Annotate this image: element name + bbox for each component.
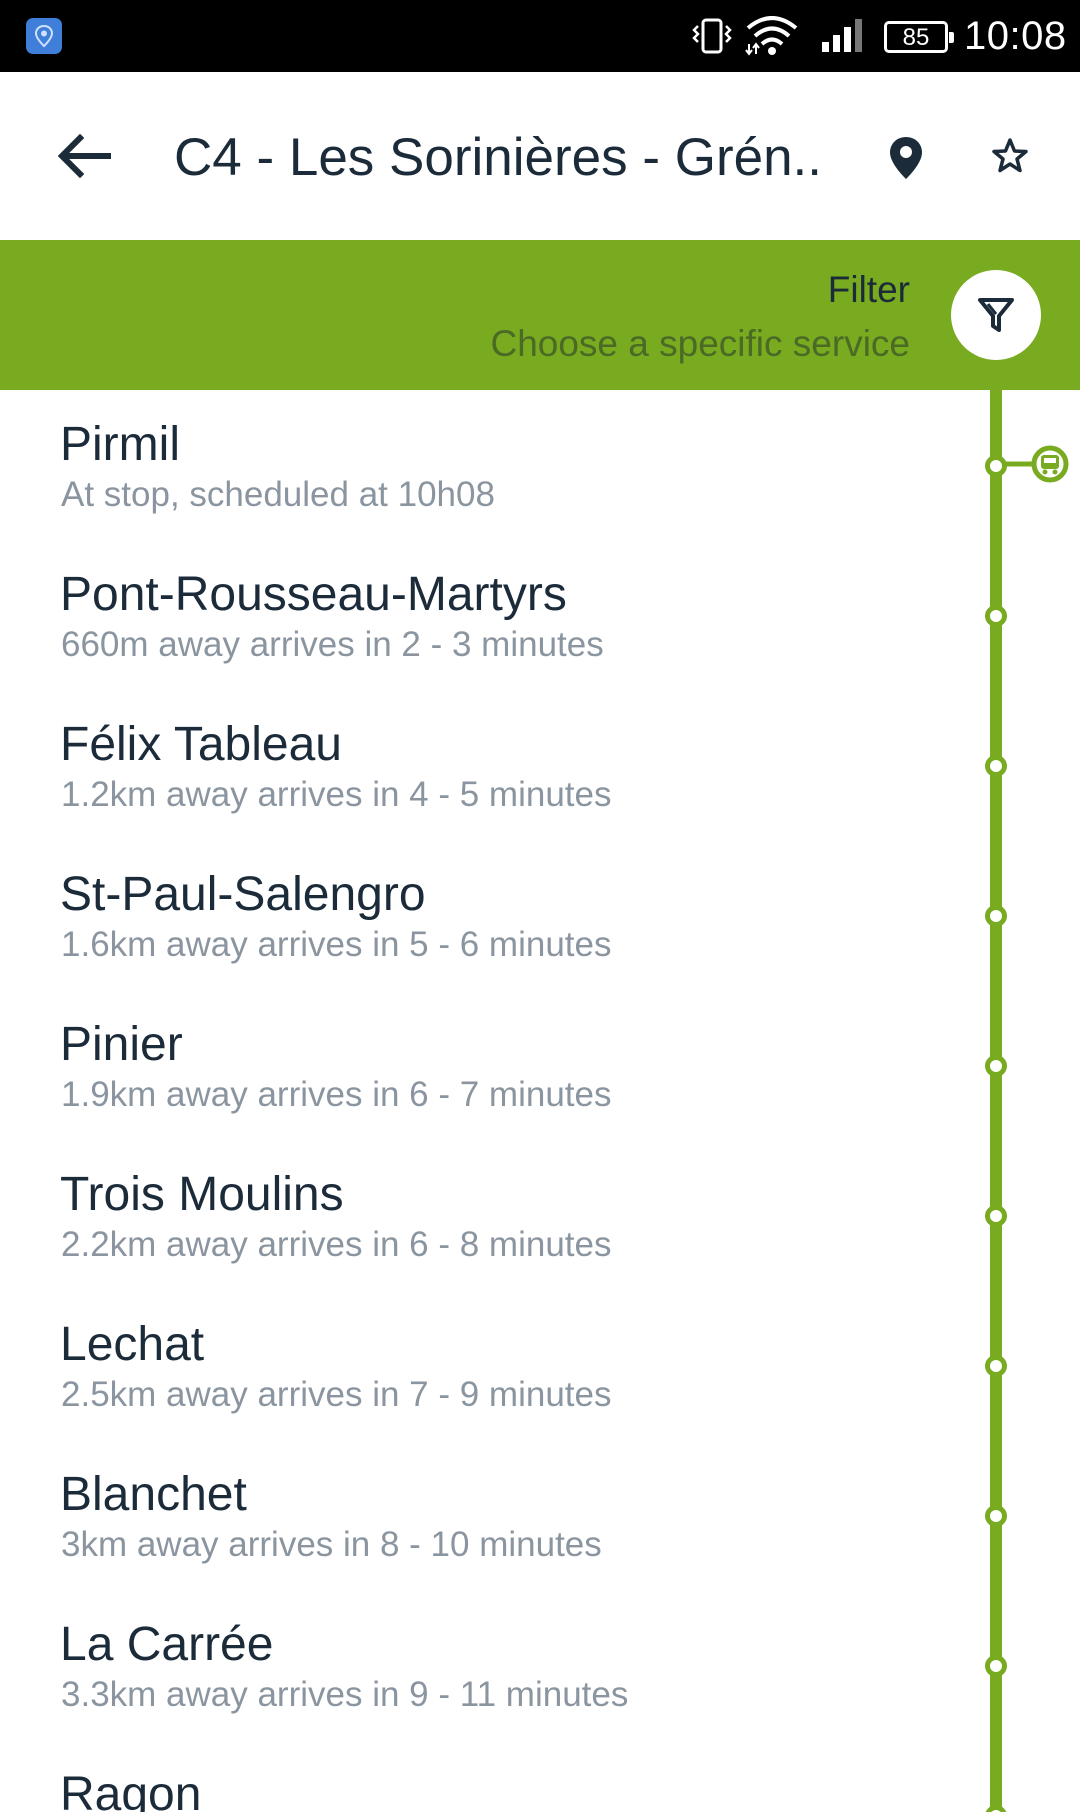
stop-name: Pirmil bbox=[60, 418, 180, 471]
stop-list[interactable]: Pirmil At stop, scheduled at 10h08 Pont-Ro… bbox=[0, 390, 1080, 1812]
status-time: 10:08 bbox=[964, 14, 1067, 58]
filter-label: Filter bbox=[827, 269, 910, 310]
map-pin-icon[interactable] bbox=[886, 134, 926, 182]
filter-bar[interactable]: Filter Choose a specific service bbox=[0, 240, 1080, 390]
filter-funnel-icon bbox=[978, 298, 1014, 332]
stop-arrival-info: 3.3km away arrives in 9 - 11 minutes bbox=[61, 1675, 629, 1714]
stop-arrival-info: 1.6km away arrives in 5 - 6 minutes bbox=[61, 925, 612, 964]
stop-name: Félix Tableau bbox=[60, 718, 342, 771]
stop-dot-icon bbox=[985, 1805, 1007, 1812]
signal-strength-icon bbox=[822, 19, 862, 52]
stop-row[interactable]: Pinier 1.9km away arrives in 6 - 7 minute… bbox=[0, 990, 1080, 1140]
stop-dot-icon bbox=[985, 1355, 1007, 1377]
battery-icon: 85 bbox=[884, 21, 954, 53]
stop-name: St-Paul-Salengro bbox=[60, 868, 426, 921]
stop-row[interactable]: Pont-Rousseau-Martyrs 660m away arrives i… bbox=[0, 540, 1080, 690]
stop-name: Pinier bbox=[60, 1018, 183, 1071]
stop-arrival-info: 1.2km away arrives in 4 - 5 minutes bbox=[61, 775, 612, 814]
stop-name: La Carrée bbox=[60, 1618, 274, 1671]
stop-name: Pont-Rousseau-Martyrs bbox=[60, 568, 567, 621]
stop-row[interactable]: Pirmil At stop, scheduled at 10h08 bbox=[0, 390, 1080, 540]
stop-row[interactable]: Ragon bbox=[0, 1740, 1080, 1812]
stop-name: Trois Moulins bbox=[60, 1168, 344, 1221]
status-bar: 85 10:08 bbox=[0, 0, 1080, 72]
stop-arrival-info: 2.5km away arrives in 7 - 9 minutes bbox=[61, 1375, 612, 1414]
stop-dot-icon bbox=[985, 1205, 1007, 1227]
filter-button[interactable] bbox=[951, 270, 1041, 360]
stop-row[interactable]: Lechat 2.5km away arrives in 7 - 9 minute… bbox=[0, 1290, 1080, 1440]
stop-name: Ragon bbox=[60, 1768, 202, 1812]
app-notification-icon bbox=[26, 18, 62, 54]
app-header: C4 - Les Sorinières - Grén... bbox=[0, 72, 1080, 240]
stop-arrival-info: 3km away arrives in 8 - 10 minutes bbox=[61, 1525, 602, 1564]
filter-subtitle: Choose a specific service bbox=[490, 323, 910, 364]
stop-row[interactable]: La Carrée 3.3km away arrives in 9 - 11 mi… bbox=[0, 1590, 1080, 1740]
stop-dot-icon bbox=[985, 1505, 1007, 1527]
stop-name: Blanchet bbox=[60, 1468, 247, 1521]
battery-level: 85 bbox=[902, 24, 930, 51]
star-outline-icon[interactable] bbox=[990, 136, 1030, 176]
stop-dot-icon bbox=[985, 1655, 1007, 1677]
stop-dot-icon bbox=[985, 755, 1007, 777]
stop-dot-icon bbox=[985, 455, 1007, 477]
stop-dot-icon bbox=[985, 605, 1007, 627]
stop-dot-icon bbox=[985, 1055, 1007, 1077]
stop-row[interactable]: Blanchet 3km away arrives in 8 - 10 minut… bbox=[0, 1440, 1080, 1590]
stop-dot-icon bbox=[985, 905, 1007, 927]
wifi-icon bbox=[745, 16, 798, 56]
stop-arrival-info: 1.9km away arrives in 6 - 7 minutes bbox=[61, 1075, 612, 1114]
stop-row[interactable]: St-Paul-Salengro 1.6km away arrives in 5 … bbox=[0, 840, 1080, 990]
stop-arrival-info: 660m away arrives in 2 - 3 minutes bbox=[61, 625, 604, 664]
vibrate-icon bbox=[692, 18, 732, 54]
bus-icon bbox=[1005, 445, 1069, 483]
page-title: C4 - Les Sorinières - Grén... bbox=[174, 128, 822, 187]
stop-row[interactable]: Félix Tableau 1.2km away arrives in 4 - 5… bbox=[0, 690, 1080, 840]
stop-name: Lechat bbox=[60, 1318, 205, 1371]
stop-arrival-info: 2.2km away arrives in 6 - 8 minutes bbox=[61, 1225, 612, 1264]
stop-row[interactable]: Trois Moulins 2.2km away arrives in 6 - 8… bbox=[0, 1140, 1080, 1290]
arrow-left-icon[interactable] bbox=[56, 128, 112, 184]
stop-arrival-info: At stop, scheduled at 10h08 bbox=[61, 475, 495, 514]
